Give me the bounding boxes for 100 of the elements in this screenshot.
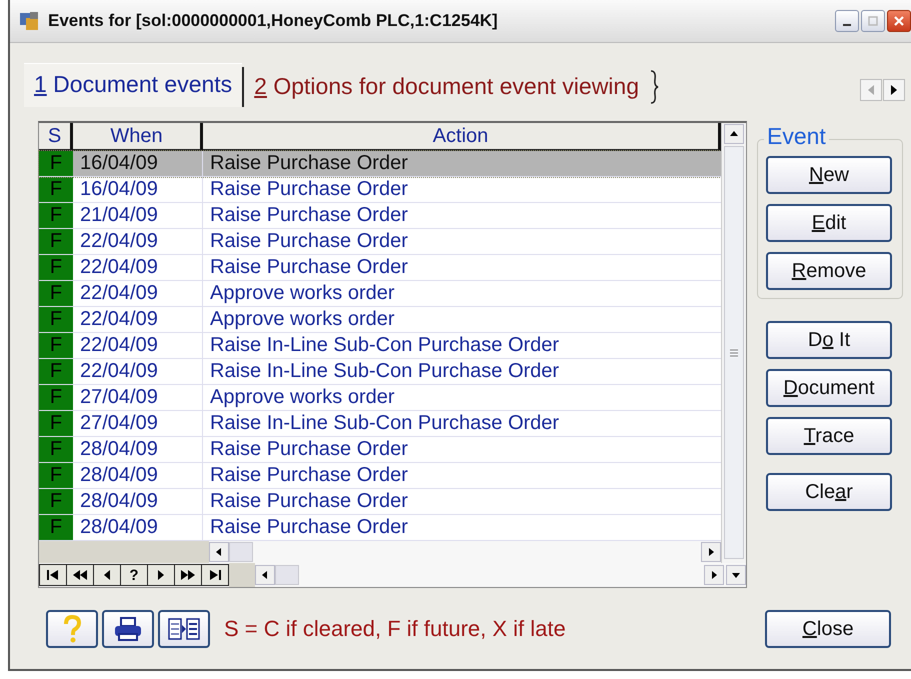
table-row[interactable]: F 22/04/09 Raise In-Line Sub-Con Purchase Order: [39, 359, 721, 385]
table-cell: 22/04/09: [73, 281, 203, 306]
previous-record-button[interactable]: [94, 565, 120, 585]
table-cell: 28/04/09: [73, 437, 203, 462]
minimize-button[interactable]: [835, 10, 859, 32]
columns-button[interactable]: [158, 610, 210, 648]
table-row[interactable]: F 27/04/09 Raise In-Line Sub-Con Purchase Order: [39, 411, 721, 437]
table-cell: 22/04/09: [73, 255, 203, 280]
table-cell: 22/04/09: [73, 359, 203, 384]
scroll-left-button[interactable]: [255, 565, 275, 585]
last-record-button[interactable]: [202, 565, 228, 585]
table-cell-text: Raise In-Line Sub-Con Purchase Order: [209, 333, 560, 358]
tab[interactable]: 2 Options for document event viewing: [242, 67, 650, 107]
table-cell-text: Raise Purchase Order: [209, 203, 409, 228]
first-icon: [46, 569, 60, 581]
table-row[interactable]: F 21/04/09 Raise Purchase Order: [39, 203, 721, 229]
table-cell-text: Raise In-Line Sub-Con Purchase Order: [209, 411, 560, 436]
maximize-icon: [867, 15, 879, 27]
column-header[interactable]: When: [73, 123, 203, 151]
status-cell: F: [39, 151, 73, 176]
double-right-icon: [180, 569, 196, 581]
column-header[interactable]: Action: [203, 123, 721, 151]
page-back-button[interactable]: [67, 565, 93, 585]
table-cell-text: Raise Purchase Order: [209, 463, 409, 488]
status-cell: F: [39, 385, 73, 410]
table-row[interactable]: F 22/04/09 Raise In-Line Sub-Con Purchase Order: [39, 333, 721, 359]
status-cell: F: [39, 307, 73, 332]
columns-icon: [167, 617, 201, 641]
table-cell-text: Raise Purchase Order: [209, 489, 409, 514]
table-cell: 28/04/09: [73, 463, 203, 488]
scroll-down-button[interactable]: [726, 565, 746, 585]
table-cell-text: Raise In-Line Sub-Con Purchase Order: [209, 359, 560, 384]
table-cell-text: Raise Purchase Order: [209, 177, 409, 202]
right-arrow-icon: [710, 570, 718, 580]
status-cell: F: [39, 411, 73, 436]
down-arrow-icon: [731, 571, 741, 579]
column-header[interactable]: S: [39, 123, 73, 151]
minimize-icon: [843, 24, 851, 26]
scroll-thumb[interactable]: [275, 565, 299, 585]
table-row[interactable]: F 27/04/09 Approve works order: [39, 385, 721, 411]
status-cell: F: [39, 437, 73, 462]
table-row[interactable]: F 28/04/09 Raise Purchase Order: [39, 437, 721, 463]
scroll-right-button[interactable]: [704, 565, 724, 585]
print-button[interactable]: [102, 610, 154, 648]
table-row[interactable]: F 16/04/09 Raise Purchase Order: [39, 151, 721, 177]
event-button[interactable]: Edit: [766, 204, 892, 242]
first-record-button[interactable]: [40, 565, 66, 585]
close-window-button[interactable]: [887, 10, 911, 32]
scroll-right-button[interactable]: [701, 542, 721, 562]
right-arrow-icon: [156, 569, 166, 581]
table-cell: 22/04/09: [73, 229, 203, 254]
action-button[interactable]: Do It: [766, 321, 892, 359]
page-forward-button[interactable]: [175, 565, 201, 585]
table-cell: 16/04/09: [73, 151, 203, 176]
scroll-thumb[interactable]: [229, 542, 253, 562]
close-button[interactable]: Close: [765, 610, 891, 648]
table-row[interactable]: F 22/04/09 Raise Purchase Order: [39, 229, 721, 255]
table-cell: 27/04/09: [73, 385, 203, 410]
tab[interactable]: 1 Document events: [24, 63, 242, 107]
grip-icon: [729, 348, 739, 356]
table-cell-text: Approve works order: [209, 281, 396, 306]
left-arrow-icon: [215, 547, 223, 557]
table-cell: 22/04/09: [73, 333, 203, 358]
table-cell-text: Approve works order: [209, 385, 396, 410]
question-mark-icon: [62, 615, 82, 643]
table-cell: 28/04/09: [73, 489, 203, 514]
action-button[interactable]: Document: [766, 369, 892, 407]
clear-button[interactable]: Clear: [766, 473, 892, 511]
table-cell-text: Raise Purchase Order: [209, 255, 409, 280]
status-cell: F: [39, 463, 73, 488]
right-arrow-icon: [889, 84, 899, 96]
scroll-up-button[interactable]: [724, 124, 744, 144]
status-cell: F: [39, 203, 73, 228]
table-row[interactable]: F 22/04/09 Approve works order: [39, 307, 721, 333]
status-cell: F: [39, 281, 73, 306]
double-left-icon: [72, 569, 88, 581]
scroll-thumb[interactable]: [724, 146, 744, 559]
action-button[interactable]: Trace: [766, 417, 892, 455]
next-record-button[interactable]: [148, 565, 174, 585]
table-cell: 28/04/09: [73, 515, 203, 540]
event-button[interactable]: Remove: [766, 252, 892, 290]
status-cell: F: [39, 515, 73, 540]
table-row[interactable]: F 16/04/09 Raise Purchase Order: [39, 177, 721, 203]
table-row[interactable]: F 28/04/09 Raise Purchase Order: [39, 463, 721, 489]
last-icon: [208, 569, 222, 581]
table-cell: 27/04/09: [73, 411, 203, 436]
table-row[interactable]: F 22/04/09 Raise Purchase Order: [39, 255, 721, 281]
up-arrow-icon: [729, 130, 739, 138]
table-row[interactable]: F 28/04/09 Raise Purchase Order: [39, 489, 721, 515]
table-cell: 21/04/09: [73, 203, 203, 228]
help-button[interactable]: [46, 610, 98, 648]
scroll-right-button[interactable]: [883, 79, 905, 101]
scroll-left-button[interactable]: [209, 542, 229, 562]
event-button[interactable]: New: [766, 156, 892, 194]
status-cell: F: [39, 359, 73, 384]
table-cell: 16/04/09: [73, 177, 203, 202]
table-row[interactable]: F 22/04/09 Approve works order: [39, 281, 721, 307]
query-button[interactable]: ?: [121, 565, 147, 585]
right-arrow-icon: [707, 547, 715, 557]
table-cell-text: Raise Purchase Order: [209, 437, 409, 462]
